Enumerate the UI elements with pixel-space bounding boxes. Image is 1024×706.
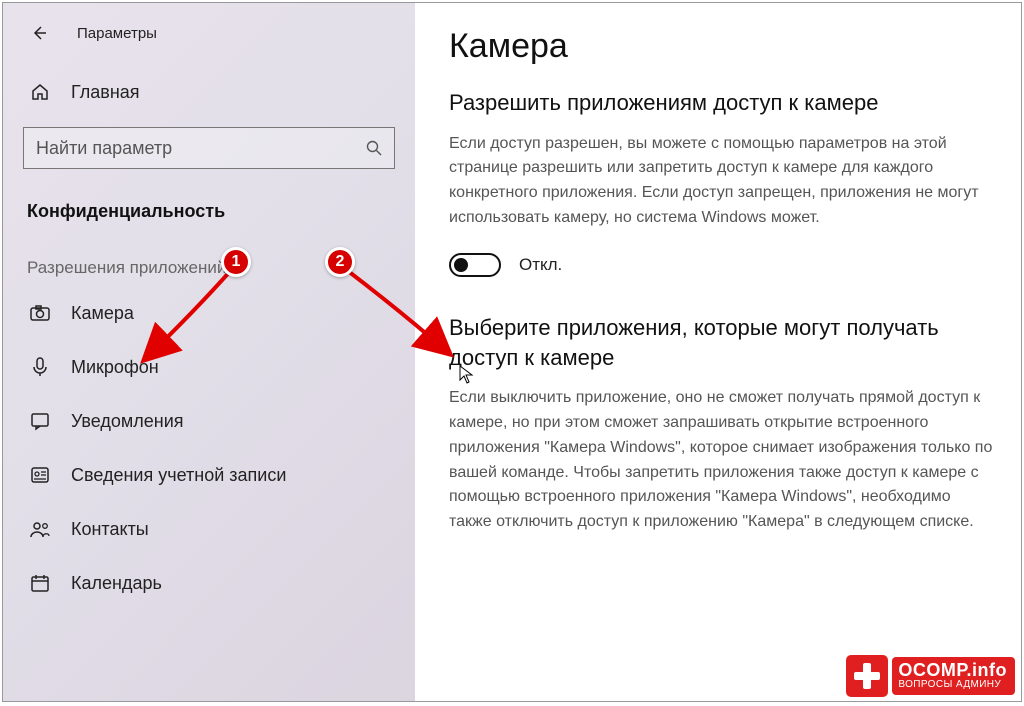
camera-icon: [29, 302, 51, 324]
watermark-logo-icon: [846, 655, 888, 697]
sidebar-item-label: Сведения учетной записи: [71, 465, 286, 486]
sidebar-item-contacts[interactable]: Контакты: [3, 502, 415, 556]
cursor-icon: [459, 365, 475, 385]
sidebar-home[interactable]: Главная: [3, 67, 415, 117]
notifications-icon: [29, 410, 51, 432]
sidebar-item-label: Микрофон: [71, 357, 159, 378]
sidebar-item-label: Камера: [71, 303, 134, 324]
search-icon: [365, 139, 383, 157]
contacts-icon: [29, 518, 51, 540]
section-choose-apps-heading: Выберите приложения, которые могут получ…: [449, 313, 993, 372]
sidebar-item-notifications[interactable]: Уведомления: [3, 394, 415, 448]
account-info-icon: [29, 464, 51, 486]
section-allow-apps-body: Если доступ разрешен, вы можете с помощь…: [449, 132, 993, 231]
section-allow-apps-heading: Разрешить приложениям доступ к камере: [449, 88, 993, 118]
sidebar-item-calendar[interactable]: Календарь: [3, 556, 415, 610]
home-icon: [29, 81, 51, 103]
sidebar-item-label: Уведомления: [71, 411, 184, 432]
sidebar-section-privacy: Конфиденциальность: [3, 175, 415, 232]
section-choose-apps-body: Если выключить приложение, оно не сможет…: [449, 386, 993, 535]
toggle-state-label: Откл.: [519, 255, 562, 275]
sidebar-item-label: Контакты: [71, 519, 149, 540]
watermark-site: OCOMP.info: [898, 661, 1007, 680]
annotation-badge-2: 2: [325, 247, 355, 277]
annotation-badge-1: 1: [221, 247, 251, 277]
search-input[interactable]: [23, 127, 395, 169]
sidebar-home-label: Главная: [71, 82, 140, 103]
window-title: Параметры: [77, 25, 157, 42]
sidebar-item-account-info[interactable]: Сведения учетной записи: [3, 448, 415, 502]
sidebar-item-microphone[interactable]: Микрофон: [3, 340, 415, 394]
camera-access-toggle[interactable]: [449, 253, 501, 277]
sidebar-item-label: Календарь: [71, 573, 162, 594]
microphone-icon: [29, 356, 51, 378]
toggle-knob: [454, 258, 468, 272]
page-title: Камера: [449, 27, 993, 66]
watermark: OCOMP.info ВОПРОСЫ АДМИНУ: [846, 655, 1015, 697]
sidebar-item-camera[interactable]: Камера: [3, 286, 415, 340]
calendar-icon: [29, 572, 51, 594]
back-button[interactable]: [27, 21, 51, 45]
watermark-tagline: ВОПРОСЫ АДМИНУ: [898, 680, 1007, 691]
